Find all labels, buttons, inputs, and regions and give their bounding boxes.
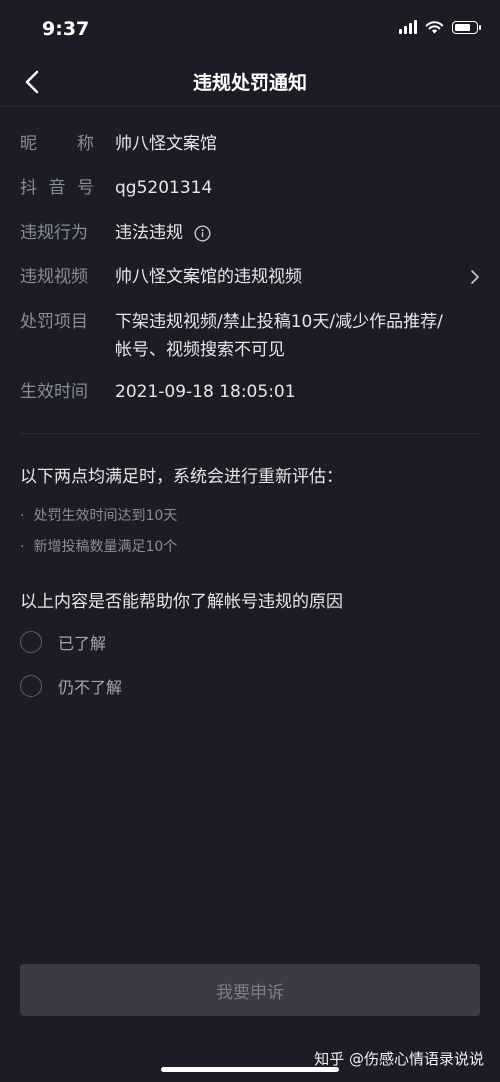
home-indicator: [161, 1067, 339, 1072]
status-time: 9:37: [42, 18, 90, 40]
effective-time-row: 生效时间 2021-09-18 18:05:01: [20, 379, 480, 405]
status-bar: 9:37: [0, 0, 500, 58]
option-label: 仍不了解: [58, 678, 123, 697]
reassess-bullet: · 新增投稿数量满足10个: [20, 539, 178, 555]
violation-behavior-label: 违规行为: [20, 223, 88, 243]
douyin-id-value: qg5201314: [115, 178, 213, 198]
reassess-bullet: · 处罚生效时间达到10天: [20, 508, 178, 524]
status-icons: [399, 20, 481, 34]
violation-video-value: 帅八怪文案馆的违规视频: [115, 267, 302, 287]
page-title: 违规处罚通知: [192, 72, 307, 94]
divider: [20, 433, 480, 434]
violation-video-label: 违规视频: [20, 267, 88, 287]
info-icon[interactable]: [194, 224, 211, 242]
douyin-id-row: 抖 音 号 qg5201314: [20, 175, 480, 201]
chevron-right-icon: [471, 270, 479, 284]
effective-time-label: 生效时间: [20, 382, 88, 402]
option-not-understood[interactable]: 仍不了解: [20, 674, 122, 698]
wifi-icon: [425, 21, 444, 34]
nav-bar: 违规处罚通知: [0, 58, 500, 107]
appeal-button[interactable]: 我要申诉: [20, 964, 480, 1016]
reassess-title: 以下两点均满足时，系统会进行重新评估：: [20, 467, 343, 487]
nickname-value: 帅八怪文案馆: [115, 134, 217, 154]
cellular-signal-icon: [399, 20, 417, 34]
radio-button[interactable]: [20, 631, 42, 653]
violation-behavior-value: 违法违规: [115, 223, 183, 243]
douyin-id-label: 抖 音 号: [20, 178, 94, 198]
violation-video-row[interactable]: 违规视频 帅八怪文案馆的违规视频: [20, 264, 480, 290]
nickname-label: 昵 称: [20, 134, 94, 154]
radio-button[interactable]: [20, 675, 42, 697]
option-understood[interactable]: 已了解: [20, 630, 106, 654]
battery-icon: [452, 20, 481, 34]
effective-time-value: 2021-09-18 18:05:01: [115, 382, 296, 402]
violation-behavior-row: 违规行为 违法违规: [20, 220, 480, 246]
penalty-items-row: 处罚项目 下架违规视频/禁止投稿10天/减少作品推荐/ 帐号、视频搜索不可见: [20, 309, 480, 363]
watermark: 知乎 @伤感心情语录说说: [314, 1050, 484, 1068]
penalty-items-value: 下架违规视频/禁止投稿10天/减少作品推荐/ 帐号、视频搜索不可见: [115, 312, 443, 360]
nickname-row: 昵 称 帅八怪文案馆: [20, 131, 480, 157]
option-label: 已了解: [58, 634, 107, 653]
penalty-items-label: 处罚项目: [20, 312, 88, 332]
feedback-question: 以上内容是否能帮助你了解帐号违规的原因: [20, 592, 343, 612]
